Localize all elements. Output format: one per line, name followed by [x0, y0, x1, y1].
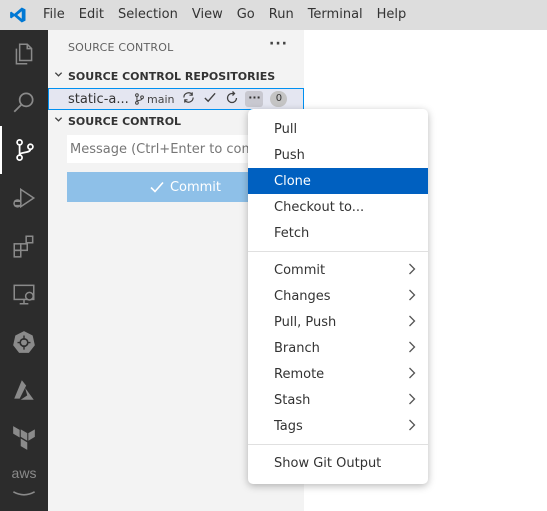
- sync-icon[interactable]: [182, 91, 195, 107]
- menu-go[interactable]: Go: [230, 0, 262, 30]
- chevron-right-icon: [409, 419, 416, 431]
- menu-run[interactable]: Run: [262, 0, 301, 30]
- extensions-icon[interactable]: [0, 222, 48, 270]
- menu-item-stash[interactable]: Stash: [248, 387, 428, 413]
- explorer-icon[interactable]: [0, 30, 48, 78]
- chevron-right-icon: [409, 289, 416, 301]
- branch-icon: [135, 93, 144, 105]
- repositories-section-title: SOURCE CONTROL REPOSITORIES: [68, 69, 276, 83]
- menu-item-pull-push-label: Pull, Push: [274, 314, 337, 330]
- menu-file[interactable]: File: [36, 0, 72, 30]
- chevron-down-icon: [48, 70, 68, 82]
- menu-separator: [248, 251, 428, 252]
- changes-count-badge: 0: [270, 91, 288, 107]
- sidebar-title: SOURCE CONTROL: [68, 41, 174, 54]
- menu-item-branch[interactable]: Branch: [248, 335, 428, 361]
- vscode-logo-icon: [0, 0, 36, 30]
- aws-label: aws: [11, 465, 37, 481]
- azure-icon[interactable]: [0, 366, 48, 414]
- run-debug-icon[interactable]: [0, 174, 48, 222]
- git-actions-context-menu: Pull Push Clone Checkout to... Fetch Com…: [248, 109, 428, 484]
- source-control-icon[interactable]: [0, 126, 48, 174]
- branch-indicator[interactable]: main: [134, 93, 174, 106]
- repository-name: static-a...: [68, 91, 129, 107]
- menu-item-commit[interactable]: Commit: [248, 257, 428, 283]
- menu-item-branch-label: Branch: [274, 340, 320, 356]
- menu-item-show-git-output[interactable]: Show Git Output: [248, 450, 428, 476]
- menu-item-clone[interactable]: Clone: [248, 168, 428, 194]
- terraform-icon[interactable]: [0, 414, 48, 462]
- refresh-icon[interactable]: [225, 90, 239, 108]
- sidebar-more-actions-icon[interactable]: ···: [269, 36, 288, 52]
- menu-item-fetch[interactable]: Fetch: [248, 220, 428, 246]
- chevron-right-icon: [409, 367, 416, 379]
- repositories-section-header[interactable]: SOURCE CONTROL REPOSITORIES: [48, 65, 304, 87]
- menu-help[interactable]: Help: [370, 0, 414, 30]
- chevron-right-icon: [409, 263, 416, 275]
- menu-item-tags-label: Tags: [274, 418, 303, 434]
- menu-terminal[interactable]: Terminal: [301, 0, 370, 30]
- menu-view[interactable]: View: [185, 0, 230, 30]
- menu-item-remote-label: Remote: [274, 366, 325, 382]
- branch-name: main: [147, 92, 175, 106]
- repository-row[interactable]: static-a... main ··· 0: [48, 88, 304, 110]
- check-icon: [150, 181, 164, 193]
- chevron-right-icon: [409, 393, 416, 405]
- commit-button-label: Commit: [169, 179, 222, 195]
- activity-bar: aws: [0, 30, 48, 511]
- source-control-section-title: SOURCE CONTROL: [68, 114, 182, 128]
- commit-check-icon[interactable]: [203, 91, 217, 107]
- chevron-right-icon: [409, 341, 416, 353]
- menu-item-checkout-to[interactable]: Checkout to...: [248, 194, 428, 220]
- menu-item-tags[interactable]: Tags: [248, 413, 428, 439]
- menu-separator: [248, 444, 428, 445]
- menu-item-pull[interactable]: Pull: [248, 116, 428, 142]
- chevron-down-icon: [48, 115, 68, 127]
- menu-bar: File Edit Selection View Go Run Terminal…: [0, 0, 547, 30]
- repository-more-actions-button[interactable]: ···: [245, 91, 264, 107]
- menu-item-changes-label: Changes: [274, 288, 331, 304]
- search-icon[interactable]: [0, 78, 48, 126]
- menu-selection[interactable]: Selection: [111, 0, 185, 30]
- menu-item-push[interactable]: Push: [248, 142, 428, 168]
- aws-icon[interactable]: aws: [0, 462, 48, 510]
- menu-item-changes[interactable]: Changes: [248, 283, 428, 309]
- remote-explorer-icon[interactable]: [0, 270, 48, 318]
- menu-item-remote[interactable]: Remote: [248, 361, 428, 387]
- menu-edit[interactable]: Edit: [72, 0, 111, 30]
- kubernetes-icon[interactable]: [0, 318, 48, 366]
- menu-item-commit-label: Commit: [274, 262, 326, 278]
- chevron-right-icon: [409, 315, 416, 327]
- menu-item-pull-push[interactable]: Pull, Push: [248, 309, 428, 335]
- menu-item-stash-label: Stash: [274, 392, 311, 408]
